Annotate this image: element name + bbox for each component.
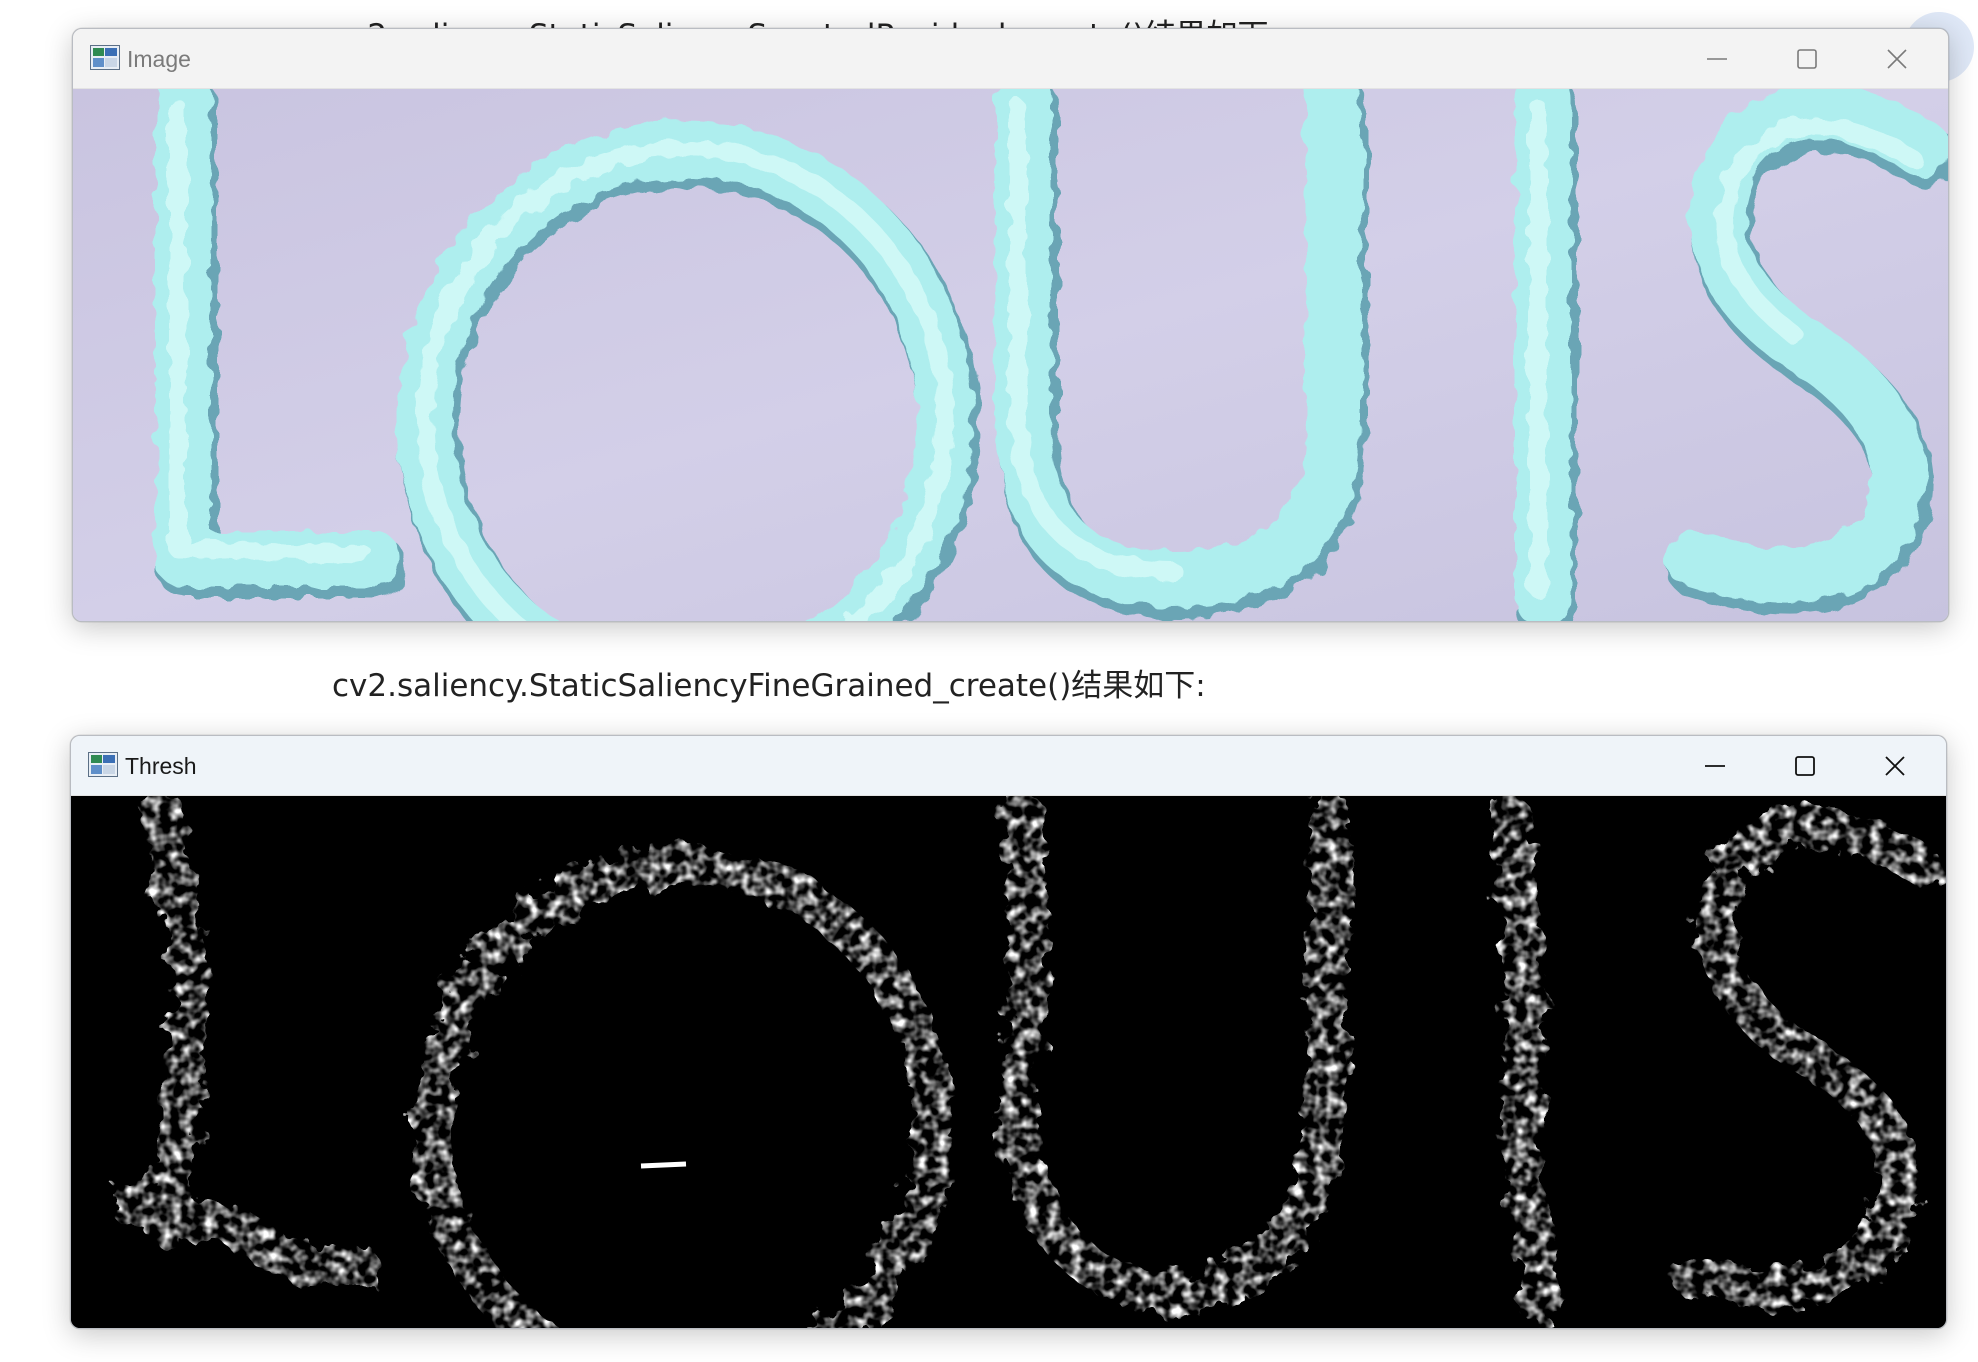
minimize-icon <box>1705 764 1725 767</box>
saliency-mask-louis <box>71 796 1946 1328</box>
close-icon <box>1885 755 1905 776</box>
thresh-canvas[interactable] <box>71 796 1946 1328</box>
minimize-button[interactable] <box>1672 29 1762 88</box>
close-icon <box>1887 48 1907 69</box>
image-window-titlebar[interactable]: Image <box>73 29 1948 89</box>
minimize-icon <box>1707 57 1727 60</box>
image-window[interactable]: Image <box>72 28 1949 622</box>
window-title: Thresh <box>125 753 197 779</box>
maximize-button[interactable] <box>1760 736 1850 795</box>
document-caption-middle: cv2.saliency.StaticSaliencyFineGrained_c… <box>332 668 1206 704</box>
app-icon <box>88 752 118 777</box>
close-button[interactable] <box>1850 736 1940 795</box>
close-button[interactable] <box>1852 29 1942 88</box>
minimize-button[interactable] <box>1670 736 1760 795</box>
maximize-icon <box>1795 755 1815 776</box>
maximize-button[interactable] <box>1762 29 1852 88</box>
window-title: Image <box>127 46 191 72</box>
embroidered-louis-photo <box>73 89 1948 621</box>
image-canvas[interactable] <box>73 89 1948 621</box>
thresh-window-titlebar[interactable]: Thresh <box>71 736 1946 796</box>
thresh-window[interactable]: Thresh <box>70 735 1947 1329</box>
maximize-icon <box>1797 48 1817 69</box>
app-icon <box>90 45 120 70</box>
